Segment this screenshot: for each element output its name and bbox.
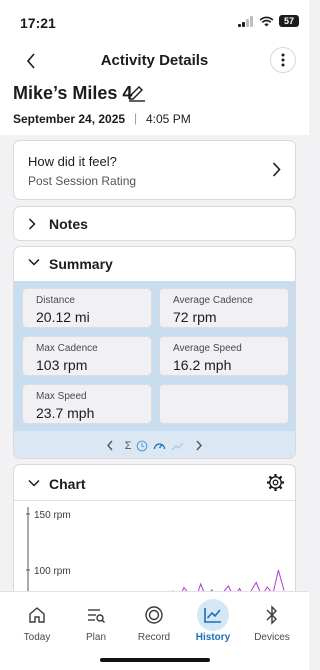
metric-distance: Distance 20.12 mi: [22, 288, 152, 328]
tab-today[interactable]: Today: [7, 592, 67, 650]
nav-bar: Activity Details: [0, 44, 309, 78]
chart-tick-label-150: 150 rpm: [34, 510, 71, 521]
feel-title: How did it feel?: [28, 154, 117, 169]
post-session-rating-card[interactable]: How did it feel? Post Session Rating: [13, 140, 296, 200]
chart-tick-label-100: 100 rpm: [34, 566, 71, 577]
metric-label: Distance: [36, 295, 75, 306]
trend-icon[interactable]: [171, 440, 184, 452]
status-time: 17:21: [20, 15, 56, 31]
metric-max-speed: Max Speed 23.7 mph: [22, 384, 152, 424]
summary-header[interactable]: Summary: [14, 247, 295, 281]
chevron-right-icon: [272, 162, 281, 177]
metric-value: 20.12 mi: [36, 309, 90, 325]
bluetooth-icon: [256, 599, 288, 631]
metric-average-cadence: Average Cadence 72 rpm: [159, 288, 289, 328]
tab-history[interactable]: History: [183, 592, 243, 650]
page-title: Activity Details: [100, 52, 209, 69]
metric-value: 23.7 mph: [36, 405, 95, 421]
home-indicator: [100, 658, 210, 662]
battery-icon: 57: [279, 15, 299, 27]
summary-section: Summary Distance 20.12 mi Average Cadenc…: [13, 246, 296, 459]
sum-icon[interactable]: Σ: [125, 440, 132, 452]
status-bar: 17:21 57: [0, 0, 309, 44]
metric-empty-slot: [159, 384, 289, 424]
chart-section: Chart 150 rpm 100 rpm: [13, 464, 296, 604]
activity-date: September 24, 2025: [13, 112, 126, 126]
notes-label: Notes: [49, 216, 88, 232]
chevron-left-icon[interactable]: [106, 440, 114, 451]
chevron-right-icon: [28, 218, 36, 230]
metric-value: 103 rpm: [36, 357, 88, 373]
tab-label: Today: [23, 632, 51, 643]
activity-time: 4:05 PM: [146, 112, 191, 126]
tab-record[interactable]: Record: [124, 592, 184, 650]
gear-icon: [266, 473, 285, 492]
chevron-down-icon: [28, 479, 40, 487]
notes-section[interactable]: Notes: [13, 206, 296, 241]
tab-devices[interactable]: Devices: [242, 592, 302, 650]
feel-subtitle: Post Session Rating: [28, 174, 137, 188]
metric-label: Average Cadence: [173, 295, 253, 306]
metric-value: 16.2 mph: [173, 357, 232, 373]
tab-label: Plan: [85, 632, 106, 643]
status-icons: 57: [238, 15, 299, 27]
summary-metrics-grid: Distance 20.12 mi Average Cadence 72 rpm…: [14, 281, 295, 431]
speedometer-icon[interactable]: [153, 440, 166, 452]
tab-label: Record: [137, 632, 171, 643]
metric-label: Max Cadence: [36, 343, 98, 354]
tab-plan[interactable]: Plan: [66, 592, 126, 650]
chevron-down-icon: [28, 258, 40, 266]
metric-max-cadence: Max Cadence 103 rpm: [22, 336, 152, 376]
metric-value: 72 rpm: [173, 309, 217, 325]
summary-pager: Σ: [14, 431, 295, 458]
tab-label: Devices: [254, 632, 290, 643]
clock-icon[interactable]: [136, 440, 148, 452]
chevron-right-icon[interactable]: [195, 440, 203, 451]
plan-icon: [80, 599, 112, 631]
cadence-chart: 150 rpm 100 rpm: [26, 507, 285, 603]
tab-label: History: [195, 632, 231, 643]
edit-name-button[interactable]: [127, 82, 147, 107]
chart-header[interactable]: Chart: [14, 465, 295, 501]
wifi-icon: [259, 16, 274, 26]
more-vertical-icon: [281, 53, 285, 67]
activity-header: Mike’s Miles 4 September 24, 2025 | 4:05…: [0, 78, 309, 135]
metric-label: Max Speed: [36, 391, 87, 402]
history-icon: [197, 599, 229, 631]
record-icon: [138, 599, 170, 631]
metric-average-speed: Average Speed 16.2 mph: [159, 336, 289, 376]
home-icon: [21, 599, 53, 631]
chart-settings-button[interactable]: [266, 473, 285, 497]
metric-label: Average Speed: [173, 343, 242, 354]
signal-icon: [238, 15, 253, 27]
activity-name: Mike’s Miles 4: [13, 83, 133, 103]
date-separator: |: [134, 111, 138, 125]
summary-label: Summary: [49, 256, 113, 272]
more-options-button[interactable]: [270, 47, 296, 73]
pencil-icon: [129, 86, 145, 102]
chart-label: Chart: [49, 476, 86, 492]
